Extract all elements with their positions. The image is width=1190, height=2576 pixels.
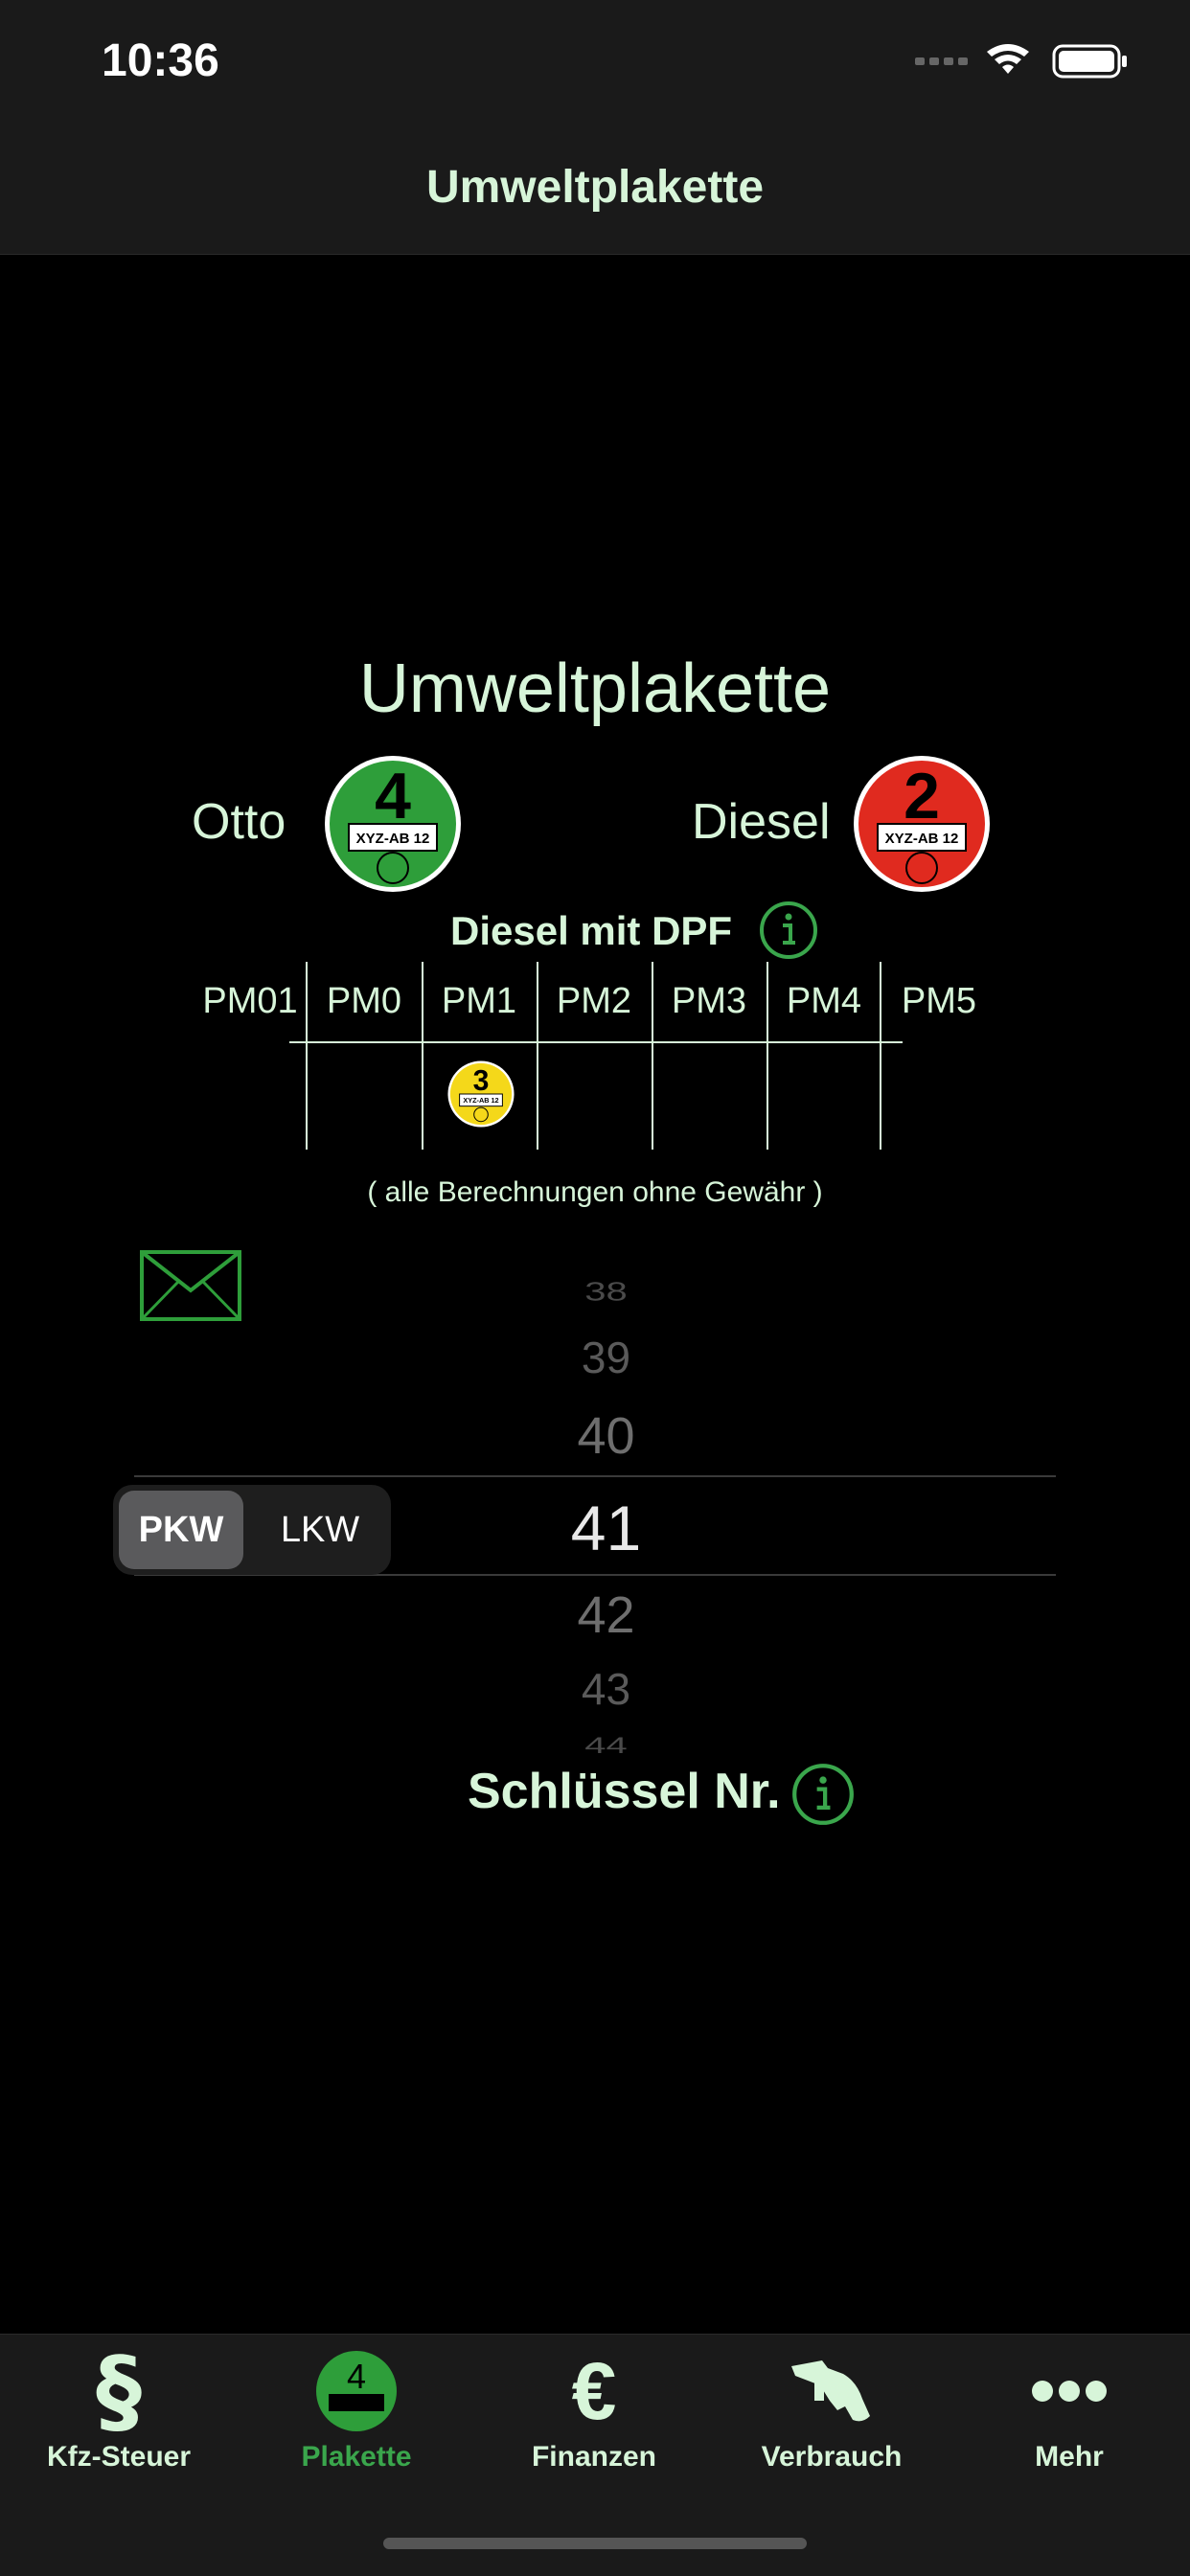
status-icons [915, 44, 1127, 79]
paragraph-icon: § [96, 2337, 142, 2445]
picker-item[interactable]: 44 [537, 1733, 675, 1759]
tab-label: Verbrauch [761, 2441, 903, 2473]
cellular-signal-icon [915, 57, 968, 65]
tab-label: Plakette [301, 2441, 412, 2473]
tab-finanzen[interactable]: € Finanzen [475, 2345, 713, 2479]
pm-grid-divider [652, 962, 653, 1150]
tab-plakette[interactable]: 4 Plakette [238, 2345, 475, 2479]
tab-verbrauch[interactable]: Verbrauch [713, 2345, 950, 2479]
pm-grid-divider [422, 962, 423, 1150]
pm-label-pm4: PM4 [786, 981, 862, 1021]
euro-icon: € [571, 2346, 617, 2436]
picker-item[interactable]: 38 [537, 1277, 675, 1308]
picker-item[interactable]: 39 [537, 1332, 675, 1383]
page-title: Umweltplakette [358, 650, 832, 727]
otto-badge-icon: 4 XYZ-AB 12 [325, 756, 461, 892]
tab-kfz-steuer[interactable]: § Kfz-Steuer [0, 2345, 238, 2479]
wifi-icon [987, 44, 1029, 74]
segment-pkw[interactable]: PKW [119, 1491, 243, 1569]
dpf-title: Diesel mit DPF [450, 908, 733, 953]
picker-selection-top [134, 1475, 1056, 1477]
pm-grid-horizontal [289, 1041, 903, 1043]
svg-text:4: 4 [347, 2357, 366, 2396]
diesel-badge-plate: XYZ-AB 12 [885, 831, 959, 847]
mail-icon[interactable] [140, 1250, 241, 1321]
plakette-icon: 4 [316, 2351, 397, 2431]
tab-label: Mehr [1035, 2441, 1104, 2473]
pm-label-pm1: PM1 [441, 981, 517, 1021]
fuel-nozzle-icon [791, 2360, 870, 2422]
disclaimer: ( alle Berechnungen ohne Gewähr ) [367, 1176, 823, 1208]
diesel-label: Diesel [692, 794, 831, 850]
more-dots-icon [1032, 2381, 1107, 2402]
tab-label: Kfz-Steuer [46, 2441, 191, 2473]
dpf-badge-plate: XYZ-AB 12 [463, 1096, 498, 1105]
battery-icon [1052, 44, 1127, 79]
pm-grid-divider [880, 962, 881, 1150]
picker-item[interactable]: 43 [537, 1663, 675, 1715]
key-number-label: Schlüssel Nr. [468, 1764, 781, 1819]
tab-label: Finanzen [531, 2441, 656, 2473]
dpf-info-icon[interactable] [759, 900, 818, 960]
pm-label-pm0: PM0 [326, 981, 402, 1021]
dpf-badge-icon: 3 XYZ-AB 12 [447, 1060, 515, 1128]
home-indicator [383, 2538, 807, 2549]
diesel-badge-number: 2 [904, 760, 940, 832]
picker-item[interactable]: 42 [537, 1585, 675, 1645]
tab-mehr[interactable]: Mehr [950, 2345, 1188, 2479]
pm-label-pm01: PM01 [202, 981, 298, 1021]
pm-label-pm3: PM3 [671, 981, 747, 1021]
status-time: 10:36 [102, 35, 219, 86]
otto-badge-plate: XYZ-AB 12 [356, 831, 430, 847]
otto-label: Otto [192, 794, 286, 850]
nav-title: Umweltplakette [425, 162, 765, 213]
pm-grid-divider [767, 962, 768, 1150]
pm-grid-divider [537, 962, 538, 1150]
pm-label-pm2: PM2 [556, 981, 632, 1021]
dpf-badge-number: 3 [473, 1065, 490, 1097]
pm-label-pm5: PM5 [901, 981, 977, 1021]
otto-badge-number: 4 [375, 760, 411, 832]
picker-item[interactable]: 40 [537, 1406, 675, 1466]
pm-grid-divider [306, 962, 308, 1150]
key-number-info-icon[interactable] [791, 1763, 855, 1826]
picker-selected-item[interactable]: 41 [537, 1492, 675, 1564]
diesel-badge-icon: 2 XYZ-AB 12 [854, 756, 990, 892]
segment-lkw[interactable]: LKW [253, 1491, 387, 1569]
